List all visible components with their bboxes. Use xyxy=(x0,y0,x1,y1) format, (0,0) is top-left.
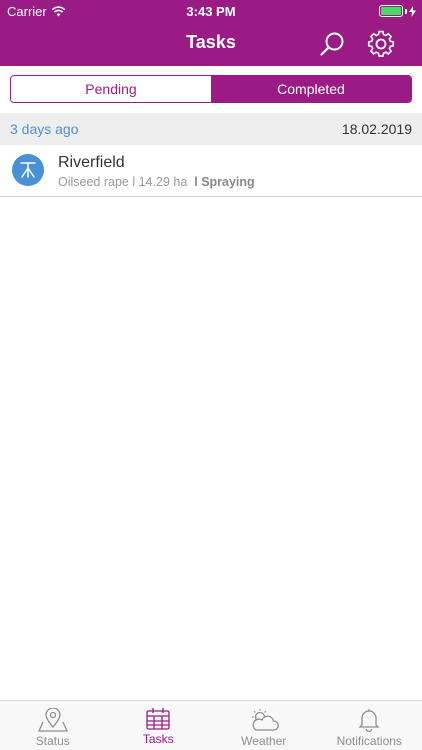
search-button[interactable] xyxy=(318,30,346,58)
task-crop: Oilseed rape xyxy=(58,175,129,189)
task-type: Spraying xyxy=(201,175,255,189)
segment-pending[interactable]: Pending xyxy=(11,76,211,102)
status-bar: Carrier 3:43 PM xyxy=(0,0,422,22)
section-relative-date: 3 days ago xyxy=(10,121,79,137)
tab-weather-label: Weather xyxy=(241,734,287,748)
tab-weather[interactable]: Weather xyxy=(211,701,317,750)
task-details: Oilseed rape l 14.29 ha l Spraying xyxy=(58,175,255,189)
settings-button[interactable] xyxy=(367,30,395,58)
gear-icon xyxy=(367,30,395,57)
tab-notifications-label: Notifications xyxy=(336,734,402,748)
tab-bar: Status Tasks Weather Notifications xyxy=(0,700,422,750)
task-filter-segmented-control: Pending Completed xyxy=(10,75,412,103)
battery-icon xyxy=(379,5,416,17)
tab-status-label: Status xyxy=(35,734,70,748)
bell-icon xyxy=(358,709,380,732)
clock: 3:43 PM xyxy=(186,4,236,19)
section-header: 3 days ago 18.02.2019 xyxy=(0,113,422,145)
task-type-badge xyxy=(12,154,44,186)
app-header: Carrier 3:43 PM Tasks xyxy=(0,0,422,66)
tab-notifications[interactable]: Notifications xyxy=(317,701,422,750)
page-title: Tasks xyxy=(186,32,236,52)
section-date: 18.02.2019 xyxy=(341,121,412,137)
segment-completed[interactable]: Completed xyxy=(211,76,411,102)
search-icon xyxy=(320,32,344,56)
calendar-grid-icon xyxy=(146,708,170,730)
task-title: Riverfield xyxy=(58,154,125,171)
weather-icon xyxy=(251,709,279,731)
map-pin-icon xyxy=(37,708,68,732)
tab-tasks[interactable]: Tasks xyxy=(106,701,212,750)
charging-bolt-icon xyxy=(409,5,416,17)
tab-status[interactable]: Status xyxy=(0,701,106,750)
sprayer-icon xyxy=(20,162,36,178)
tab-tasks-label: Tasks xyxy=(142,732,174,746)
task-area: 14.29 ha xyxy=(138,175,188,189)
task-row[interactable]: Riverfield Oilseed rape l 14.29 ha l Spr… xyxy=(0,145,422,197)
